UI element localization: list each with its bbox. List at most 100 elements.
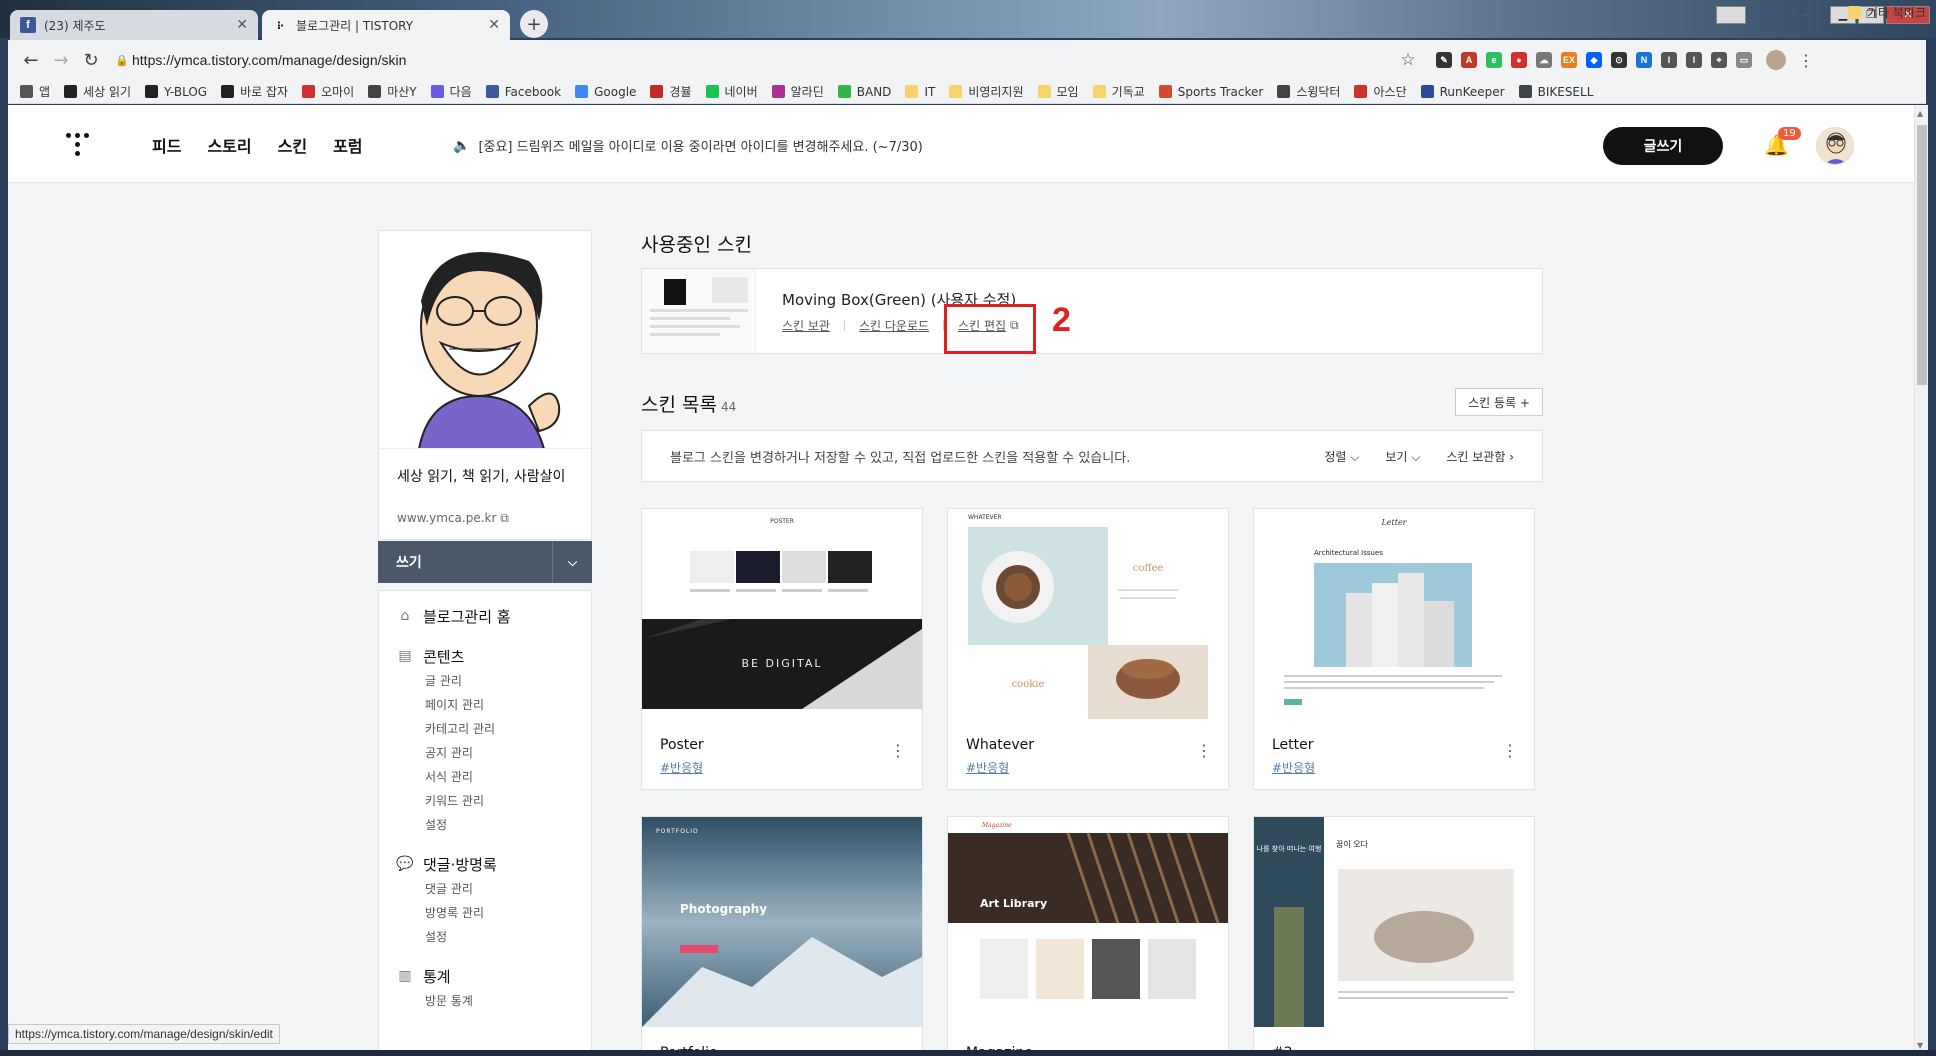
skin-thumbnail[interactable]: WHATEVER coffee cookie bbox=[948, 509, 1228, 719]
scroll-up-icon[interactable]: ▲ bbox=[1917, 109, 1923, 118]
location-extension-icon[interactable]: ⌖ bbox=[1711, 52, 1727, 68]
bookmark-item[interactable]: 세상 읽기 bbox=[64, 83, 131, 100]
sidebar-group-heading[interactable]: ⌂ 블로그관리 홈 bbox=[379, 603, 591, 629]
register-skin-button[interactable]: 스킨 등록 + bbox=[1455, 388, 1543, 416]
skin-tag[interactable]: #반응형 bbox=[1272, 759, 1315, 776]
more-options-icon[interactable]: ⋮ bbox=[1502, 741, 1518, 760]
sort-dropdown[interactable]: 정렬 ⌵ bbox=[1324, 448, 1359, 465]
reload-button[interactable]: ↻ bbox=[76, 50, 106, 71]
sidebar-item[interactable]: 방명록 관리 bbox=[379, 901, 591, 925]
extension-icon[interactable]: EX bbox=[1561, 52, 1577, 68]
bookmark-item[interactable]: Y-BLOG bbox=[145, 85, 207, 99]
skin-card-2[interactable]: 나를 찾아 떠나는 여행 꿈이 오다 #2 bbox=[1253, 816, 1535, 1054]
browser-menu-icon[interactable]: ⋮ bbox=[1798, 51, 1814, 70]
extension-icon[interactable]: ⊙ bbox=[1611, 52, 1627, 68]
sidebar-item[interactable]: 설정 bbox=[379, 925, 591, 949]
bookmark-item[interactable]: 알라딘 bbox=[771, 83, 824, 100]
skin-card-letter[interactable]: Letter Architectural Issues Letter #반응형 … bbox=[1253, 508, 1535, 790]
extension-icon[interactable]: I bbox=[1661, 52, 1677, 68]
bookmark-item[interactable]: 스윙닥터 bbox=[1277, 83, 1340, 100]
bookmark-item[interactable]: 모임 bbox=[1037, 83, 1079, 100]
bookmark-star-icon[interactable]: ☆ bbox=[1394, 50, 1422, 70]
more-options-icon[interactable]: ⋮ bbox=[890, 741, 906, 760]
sidebar-item[interactable]: 키워드 관리 bbox=[379, 789, 591, 813]
sidebar-item[interactable]: 서식 관리 bbox=[379, 765, 591, 789]
bookmark-item[interactable]: 앱 bbox=[20, 83, 50, 100]
more-options-icon[interactable]: ⋮ bbox=[1196, 741, 1212, 760]
skin-thumbnail[interactable]: PORTFOLIO Photography bbox=[642, 817, 922, 1027]
write-post-button[interactable]: 글쓰기 bbox=[1603, 127, 1723, 165]
lock-icon[interactable]: 🔒 bbox=[112, 54, 132, 67]
browser-profile-avatar[interactable] bbox=[1766, 50, 1786, 70]
sidebar-item[interactable]: 설정 bbox=[379, 813, 591, 837]
sidebar-item[interactable]: 댓글 관리 bbox=[379, 877, 591, 901]
skin-thumbnail[interactable]: POSTER BE DIGITAL bbox=[642, 509, 922, 719]
skin-archive-link[interactable]: 스킨 보관 bbox=[782, 317, 830, 334]
other-bookmarks[interactable]: 기타 북마크 bbox=[1847, 4, 1926, 21]
gnb-item-story[interactable]: 스토리 bbox=[207, 133, 251, 157]
skin-storage-link[interactable]: 스킨 보관함 › bbox=[1446, 448, 1514, 465]
bookmark-item[interactable]: BAND bbox=[837, 85, 891, 99]
view-dropdown[interactable]: 보기 ⌵ bbox=[1385, 448, 1420, 465]
blog-url-link[interactable]: www.ymca.pe.kr ⧉ bbox=[397, 511, 509, 526]
scroll-down-icon[interactable]: ▼ bbox=[1917, 1041, 1923, 1050]
extension-new-icon[interactable]: N bbox=[1636, 52, 1652, 68]
bookmarks-more-button[interactable]: » bbox=[1798, 4, 1806, 19]
skin-card-whatever[interactable]: WHATEVER coffee cookie Whatever #반응형 ⋮ bbox=[947, 508, 1229, 790]
notice-banner[interactable]: 🔈 [중요] 드림위즈 메일을 아이디로 이용 중이라면 아이디를 변경해주세요… bbox=[453, 136, 923, 156]
back-button[interactable]: ← bbox=[16, 50, 46, 71]
skin-card-portfolio[interactable]: PORTFOLIO Photography Portfolio bbox=[641, 816, 923, 1054]
bookmark-item[interactable]: 아스단 bbox=[1354, 83, 1407, 100]
skin-thumbnail[interactable]: Letter Architectural Issues bbox=[1254, 509, 1534, 719]
bookmark-item[interactable]: 오마이 bbox=[302, 83, 354, 100]
sidebar-item[interactable]: 방문 통계 bbox=[379, 989, 591, 1013]
user-avatar[interactable] bbox=[1816, 127, 1854, 165]
dropbox-extension-icon[interactable]: ◆ bbox=[1586, 52, 1602, 68]
gnb-item-forum[interactable]: 포럼 bbox=[333, 133, 362, 157]
page-scrollbar[interactable]: ▲ ▼ bbox=[1914, 105, 1928, 1054]
close-icon[interactable]: ✕ bbox=[488, 17, 500, 33]
bookmark-item[interactable]: 경뷸 bbox=[650, 83, 692, 100]
bookmark-item[interactable]: Sports Tracker bbox=[1158, 85, 1263, 99]
chevron-down-icon[interactable]: ⌵ bbox=[552, 541, 592, 583]
bookmark-item[interactable]: Facebook bbox=[485, 85, 561, 99]
profile-caricature-image[interactable] bbox=[379, 231, 591, 449]
tistory-logo[interactable] bbox=[66, 133, 96, 161]
bookmark-item[interactable]: RunKeeper bbox=[1420, 85, 1505, 99]
sidebar-group-heading[interactable]: ▥ 통계 bbox=[379, 963, 591, 989]
extension-icon[interactable]: ● bbox=[1511, 52, 1527, 68]
skin-tag[interactable]: #반응형 bbox=[966, 759, 1009, 776]
gnb-item-feed[interactable]: 피드 bbox=[152, 133, 181, 157]
extension-icon[interactable]: ✎ bbox=[1436, 52, 1452, 68]
scrollbar-thumb[interactable] bbox=[1917, 125, 1927, 385]
bookmark-item[interactable]: 바로 잡자 bbox=[221, 83, 288, 100]
tab-facebook[interactable]: f (23) 제주도 ✕ bbox=[10, 10, 258, 40]
bookmark-item[interactable]: 마산Y bbox=[368, 83, 417, 100]
sidebar-item[interactable]: 공지 관리 bbox=[379, 741, 591, 765]
skin-card-poster[interactable]: POSTER BE DIGITAL Poster #반응형 ⋮ bbox=[641, 508, 923, 790]
gnb-item-skin[interactable]: 스킨 bbox=[278, 133, 307, 157]
address-bar[interactable]: 🔒 https://ymca.tistory.com/manage/design… bbox=[112, 44, 1422, 76]
blog-title[interactable]: 세상 읽기, 책 읽기, 사람살이 bbox=[397, 467, 577, 487]
bookmark-item[interactable]: 기독교 bbox=[1092, 83, 1145, 100]
tab-tistory[interactable]: ⁝· 블로그관리 | TISTORY ✕ bbox=[262, 10, 510, 40]
window-extra-button[interactable] bbox=[1716, 6, 1746, 24]
extension-icon[interactable]: I bbox=[1686, 52, 1702, 68]
sidebar-item[interactable]: 글 관리 bbox=[379, 669, 591, 693]
skin-thumbnail[interactable]: Magazine Art Library bbox=[948, 817, 1228, 1027]
bookmark-item[interactable]: 비영리지원 bbox=[949, 83, 1024, 100]
evernote-extension-icon[interactable]: e bbox=[1486, 52, 1502, 68]
bookmark-item[interactable]: 네이버 bbox=[705, 83, 758, 100]
skin-download-link[interactable]: 스킨 다운로드 bbox=[859, 317, 929, 334]
bookmark-item[interactable]: Google bbox=[575, 85, 636, 99]
bookmark-item[interactable]: BIKESELL bbox=[1518, 85, 1593, 99]
new-tab-button[interactable]: + bbox=[520, 10, 548, 38]
skin-thumbnail[interactable]: 나를 찾아 떠나는 여행 꿈이 오다 bbox=[1254, 817, 1534, 1027]
sidebar-item[interactable]: 카테고리 관리 bbox=[379, 717, 591, 741]
sidebar-group-heading[interactable]: ▤ 콘텐츠 bbox=[379, 643, 591, 669]
cloud-extension-icon[interactable]: ☁ bbox=[1536, 52, 1552, 68]
close-icon[interactable]: ✕ bbox=[236, 17, 248, 33]
write-menu-bar[interactable]: 쓰기 ⌵ bbox=[378, 541, 592, 583]
url-text[interactable]: https://ymca.tistory.com/manage/design/s… bbox=[132, 52, 1394, 68]
skin-tag[interactable]: #반응형 bbox=[660, 759, 703, 776]
